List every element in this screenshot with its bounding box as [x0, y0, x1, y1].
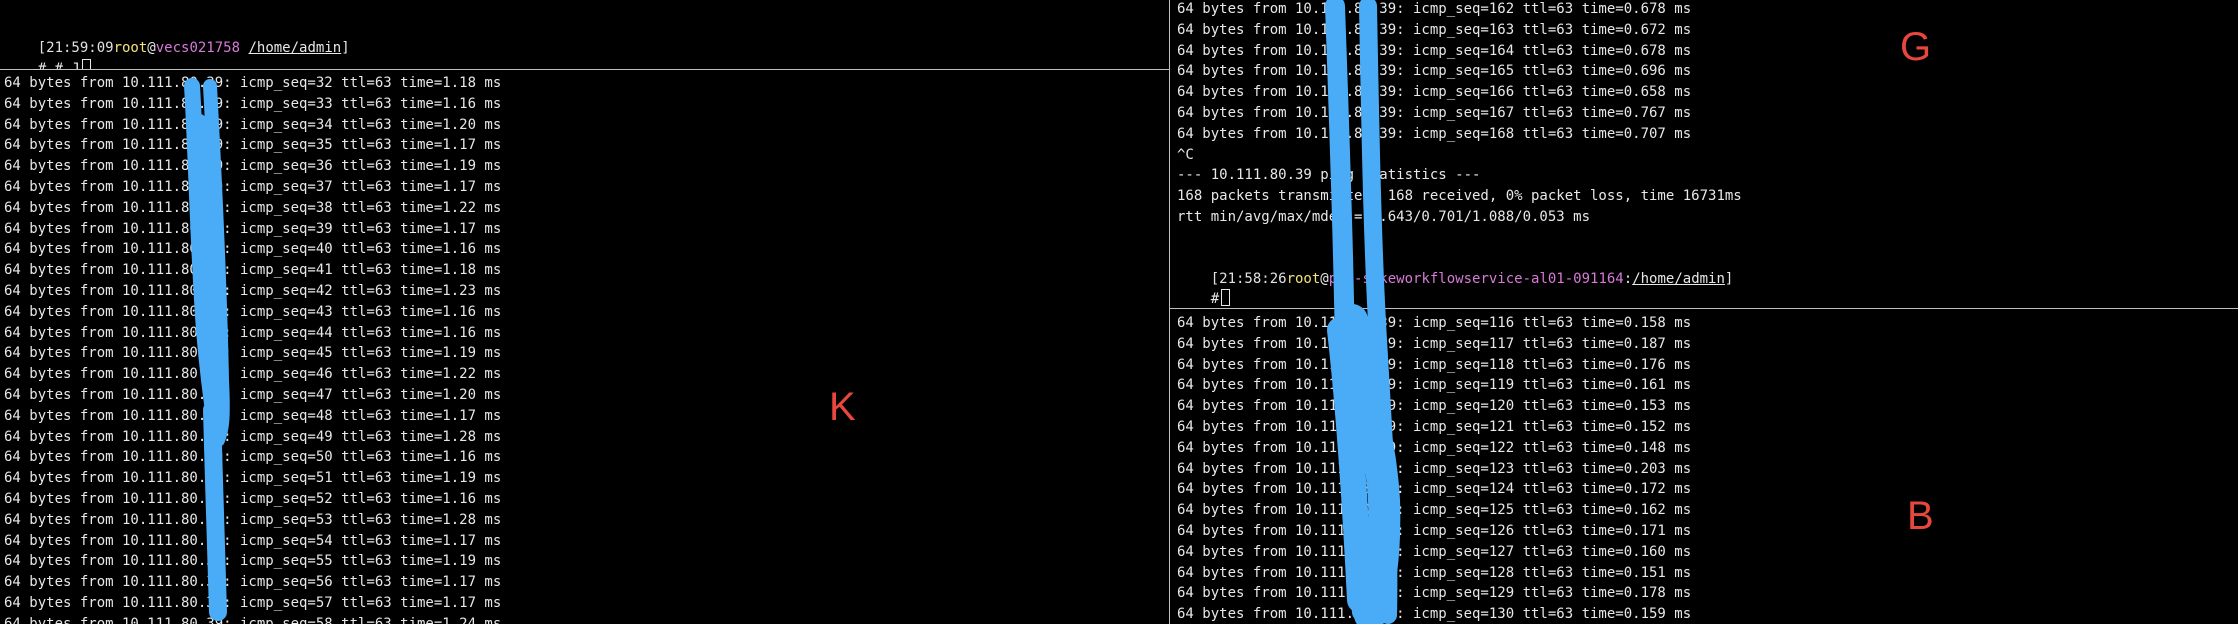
terminal-line: 64 bytes from 10.111.80.39: icmp_seq=128…	[1177, 564, 1692, 581]
terminal-line: 64 bytes from 10.111.80.39: icmp_seq=117…	[1177, 335, 1692, 352]
terminal-line: 64 bytes from 10.111.80.39: icmp_seq=165…	[1177, 63, 1692, 80]
terminal-line: 64 bytes from 10.111.80.39: icmp_seq=36 …	[4, 158, 502, 175]
terminal-line: 64 bytes from 10.111.80.39: icmp_seq=118…	[1177, 356, 1692, 373]
prompt-host: vecs021758	[155, 40, 241, 56]
terminal-line: 64 bytes from 10.111.80.39: icmp_seq=116…	[1177, 315, 1692, 331]
terminal-line: 64 bytes from 10.111.80.39: icmp_seq=58 …	[4, 615, 502, 624]
terminal-line: 64 bytes from 10.111.80.39: icmp_seq=162…	[1177, 1, 1692, 17]
input-text: # # J	[37, 61, 80, 69]
terminal-line: 64 bytes from 10.111.80.39: icmp_seq=163…	[1177, 21, 1692, 38]
terminal-line: 64 bytes from 10.111.80.39: icmp_seq=53 …	[4, 511, 502, 528]
terminal-pane-top-left[interactable]: [21:59:09root@vecs021758 /home/admin] # …	[0, 0, 1169, 69]
terminal-line: 64 bytes from 10.111.80.39: icmp_seq=57 …	[4, 595, 502, 611]
terminal-line: 64 bytes from 10.111.80.39: icmp_seq=54 …	[4, 532, 502, 549]
prompt-path: /home/admin	[248, 40, 342, 56]
terminal-line: 64 bytes from 10.111.80.39: icmp_seq=55 …	[4, 553, 502, 570]
terminal-line: 64 bytes from 10.111.80.39: icmp_seq=33 …	[4, 95, 502, 112]
prompt-separator: :	[1623, 271, 1633, 287]
terminal-line: 64 bytes from 10.111.80.39: icmp_seq=120…	[1177, 398, 1692, 415]
prompt-user: root	[113, 40, 148, 56]
terminal-line: 64 bytes from 10.111.80.39: icmp_seq=122…	[1177, 439, 1692, 456]
terminal-line: 64 bytes from 10.111.80.39: icmp_seq=164…	[1177, 42, 1692, 59]
terminal-pane-bottom-left[interactable]: 64 bytes from 10.111.80.39: icmp_seq=32 …	[0, 70, 1169, 624]
terminal-line: 64 bytes from 10.111.80.39: icmp_seq=168…	[1177, 125, 1692, 142]
terminal-line: 64 bytes from 10.111.80.39: icmp_seq=130…	[1177, 606, 1692, 623]
terminal-line: 64 bytes from 10.111.80.39: icmp_seq=127…	[1177, 543, 1692, 560]
terminal-line: rtt min/avg/max/mdev = 0.643/0.701/1.088…	[1177, 209, 1591, 225]
terminal-line: 64 bytes from 10.111.80.39: icmp_seq=43 …	[4, 303, 502, 320]
terminal-line: 64 bytes from 10.111.80.39: icmp_seq=126…	[1177, 523, 1692, 539]
terminal-cursor	[81, 59, 91, 69]
shell-prompt: [21:58:26root@pro-sokeworkflowservice-al…	[1177, 249, 1734, 287]
terminal-line: 64 bytes from 10.111.80.39: icmp_seq=38 …	[4, 199, 502, 216]
terminal-line: 64 bytes from 10.111.80.39: icmp_seq=52 …	[4, 491, 502, 507]
terminal-pane-bottom-right[interactable]: 64 bytes from 10.111.80.39: icmp_seq=116…	[1170, 309, 2238, 624]
terminal-line: 168 packets transmitted, 168 received, 0…	[1177, 188, 1742, 205]
prompt-at: @	[147, 40, 156, 56]
terminal-pane-top-right[interactable]: 64 bytes from 10.111.80.39: icmp_seq=162…	[1170, 0, 2238, 308]
command-input-line[interactable]: #	[1177, 269, 1231, 307]
terminal-line: 64 bytes from 10.111.80.39: icmp_seq=44 …	[4, 324, 502, 341]
prompt-path: /home/admin	[1632, 271, 1725, 287]
terminal-line: ^C	[1177, 146, 1194, 163]
prompt-host: pro-sokeworkflowservice-al01-091164	[1328, 271, 1624, 287]
terminal-line: 64 bytes from 10.111.80.39: icmp_seq=40 …	[4, 241, 502, 258]
terminal-line: 64 bytes from 10.111.80.39: icmp_seq=50 …	[4, 449, 502, 466]
terminal-line: 64 bytes from 10.111.80.39: icmp_seq=41 …	[4, 262, 502, 279]
command-input-line[interactable]: # # J	[4, 39, 91, 69]
terminal-line: 64 bytes from 10.111.80.39: icmp_seq=167…	[1177, 105, 1692, 121]
shell-prompt: [21:59:09root@vecs021758 /home/admin]	[4, 18, 350, 56]
terminal-line: 64 bytes from 10.111.80.39: icmp_seq=129…	[1177, 585, 1692, 602]
terminal-line: 64 bytes from 10.111.80.39: icmp_seq=48 …	[4, 407, 502, 424]
terminal-line: 64 bytes from 10.111.80.39: icmp_seq=119…	[1177, 377, 1692, 394]
prompt-close: ]	[1724, 271, 1734, 287]
terminal-line: 64 bytes from 10.111.80.39: icmp_seq=34 …	[4, 116, 502, 133]
terminal-line: 64 bytes from 10.111.80.39: icmp_seq=124…	[1177, 481, 1692, 498]
terminal-line: 64 bytes from 10.111.80.39: icmp_seq=51 …	[4, 470, 502, 487]
terminal-line: 64 bytes from 10.111.80.39: icmp_seq=42 …	[4, 283, 502, 299]
prompt-at: @	[1320, 271, 1329, 287]
terminal-line: 64 bytes from 10.111.80.39: icmp_seq=32 …	[4, 75, 502, 91]
terminal-line: 64 bytes from 10.111.80.39: icmp_seq=166…	[1177, 84, 1692, 101]
annotation-label-b: B	[1907, 494, 1934, 538]
terminal-line: 64 bytes from 10.111.80.39: icmp_seq=37 …	[4, 179, 502, 195]
terminal-line: 64 bytes from 10.111.80.39: icmp_seq=125…	[1177, 502, 1692, 519]
terminal-line: 64 bytes from 10.111.80.39: icmp_seq=35 …	[4, 137, 502, 154]
terminal-line: 64 bytes from 10.111.80.39: icmp_seq=56 …	[4, 574, 502, 591]
terminal-line: 64 bytes from 10.111.80.39: icmp_seq=39 …	[4, 220, 502, 237]
input-text: #	[1210, 291, 1220, 307]
terminal-line: 64 bytes from 10.111.80.39: icmp_seq=46 …	[4, 366, 502, 383]
prompt-close: ]	[341, 40, 350, 56]
annotation-label-g: G	[1900, 25, 1932, 69]
terminal-line: 64 bytes from 10.111.80.39: icmp_seq=123…	[1177, 460, 1692, 477]
terminal-line: 64 bytes from 10.111.80.39: icmp_seq=121…	[1177, 419, 1692, 435]
prompt-user: root	[1286, 271, 1321, 287]
terminal-cursor	[1221, 289, 1231, 306]
terminal-line: 64 bytes from 10.111.80.39: icmp_seq=45 …	[4, 345, 502, 362]
annotation-label-k: K	[829, 385, 856, 429]
terminal-line: 64 bytes from 10.111.80.39: icmp_seq=49 …	[4, 428, 502, 445]
terminal-line: 64 bytes from 10.111.80.39: icmp_seq=47 …	[4, 387, 502, 403]
terminal-line: --- 10.111.80.39 ping statistics ---	[1177, 167, 1481, 184]
